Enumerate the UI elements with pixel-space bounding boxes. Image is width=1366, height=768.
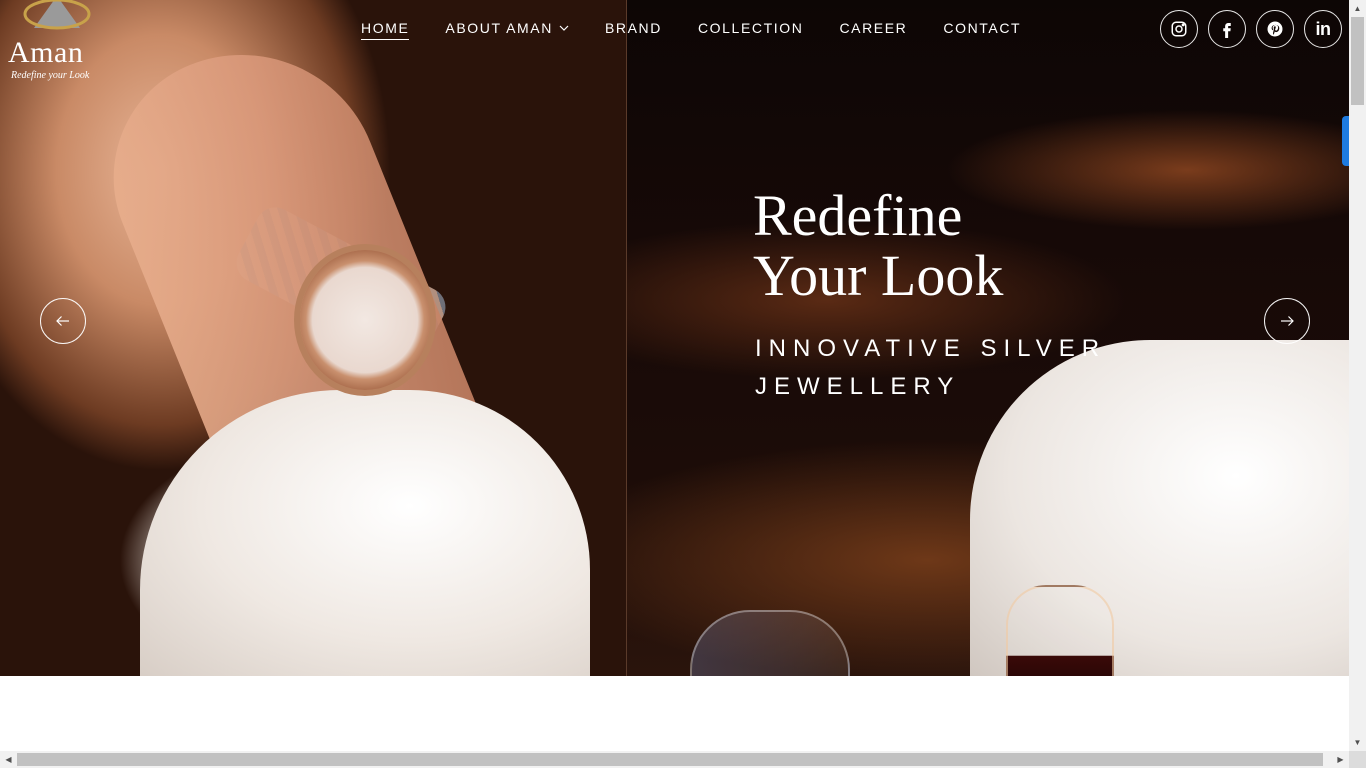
nav-collection-label: COLLECTION [697, 20, 804, 36]
scroll-right-icon[interactable]: ▶ [1332, 751, 1349, 768]
nav-contact-label: CONTACT [943, 20, 1022, 36]
hero-image-left [0, 0, 626, 676]
scrollbar-corner [1349, 751, 1366, 768]
vertical-scrollbar[interactable]: ▲ ▼ [1349, 0, 1366, 751]
pinterest-icon [1267, 21, 1283, 37]
instagram-button[interactable] [1160, 10, 1198, 48]
main-nav: HOME ABOUT AMAN BRAND COLLECTION CAREER … [361, 20, 1021, 40]
facebook-button[interactable] [1208, 10, 1246, 48]
horizontal-scrollbar[interactable]: ◀ ▶ [0, 751, 1349, 768]
scroll-down-icon[interactable]: ▼ [1349, 734, 1366, 751]
logo-mark-icon [23, 0, 91, 30]
nav-collection[interactable]: COLLECTION [698, 20, 803, 40]
scroll-left-icon[interactable]: ◀ [0, 751, 17, 768]
chevron-down-icon [559, 25, 569, 31]
linkedin-icon: in [1315, 18, 1332, 39]
scroll-up-icon[interactable]: ▲ [1349, 0, 1366, 17]
nav-home-label: HOME [361, 20, 410, 36]
nav-career-label: CAREER [839, 20, 908, 36]
hero-headline: Redefine Your Look [753, 186, 1003, 306]
instagram-icon [1171, 21, 1187, 37]
side-tab[interactable] [1342, 116, 1349, 166]
nav-about-label: ABOUT AMAN [445, 20, 553, 36]
nav-career[interactable]: CAREER [839, 20, 907, 40]
hero-subheadline: INNOVATIVE SILVER JEWELLERY [755, 330, 1175, 406]
arrow-left-icon [56, 316, 69, 326]
brand-logo[interactable]: Aman Redefine your Look [8, 0, 98, 86]
headline-line-1: Redefine [753, 183, 963, 248]
nav-brand-label: BRAND [604, 20, 662, 36]
watch-graphic [300, 250, 430, 390]
pinterest-button[interactable] [1256, 10, 1294, 48]
subhead-line-1: INNOVATIVE SILVER [755, 335, 1107, 362]
nav-contact[interactable]: CONTACT [943, 20, 1021, 40]
logo-name: Aman [8, 36, 84, 69]
vertical-scroll-thumb[interactable] [1351, 17, 1364, 105]
social-links: in [1160, 10, 1342, 48]
wine-glass-graphic-2 [1006, 585, 1114, 676]
facebook-icon [1223, 23, 1231, 38]
hero-slider: Redefine Your Look INNOVATIVE SILVER JEW… [0, 0, 1349, 676]
linkedin-button[interactable]: in [1304, 10, 1342, 48]
nav-about-aman[interactable]: ABOUT AMAN [445, 20, 569, 40]
slider-prev-button[interactable] [40, 298, 86, 344]
subhead-line-2: JEWELLERY [755, 373, 961, 400]
horizontal-scroll-thumb[interactable] [17, 753, 1323, 766]
arrow-right-icon [1281, 316, 1294, 326]
nav-home[interactable]: HOME [361, 20, 410, 40]
page: Redefine Your Look INNOVATIVE SILVER JEW… [0, 0, 1366, 768]
logo-tagline: Redefine your Look [11, 70, 90, 81]
headline-line-2: Your Look [753, 243, 1004, 308]
slider-next-button[interactable] [1264, 298, 1310, 344]
nav-brand[interactable]: BRAND [605, 20, 662, 40]
